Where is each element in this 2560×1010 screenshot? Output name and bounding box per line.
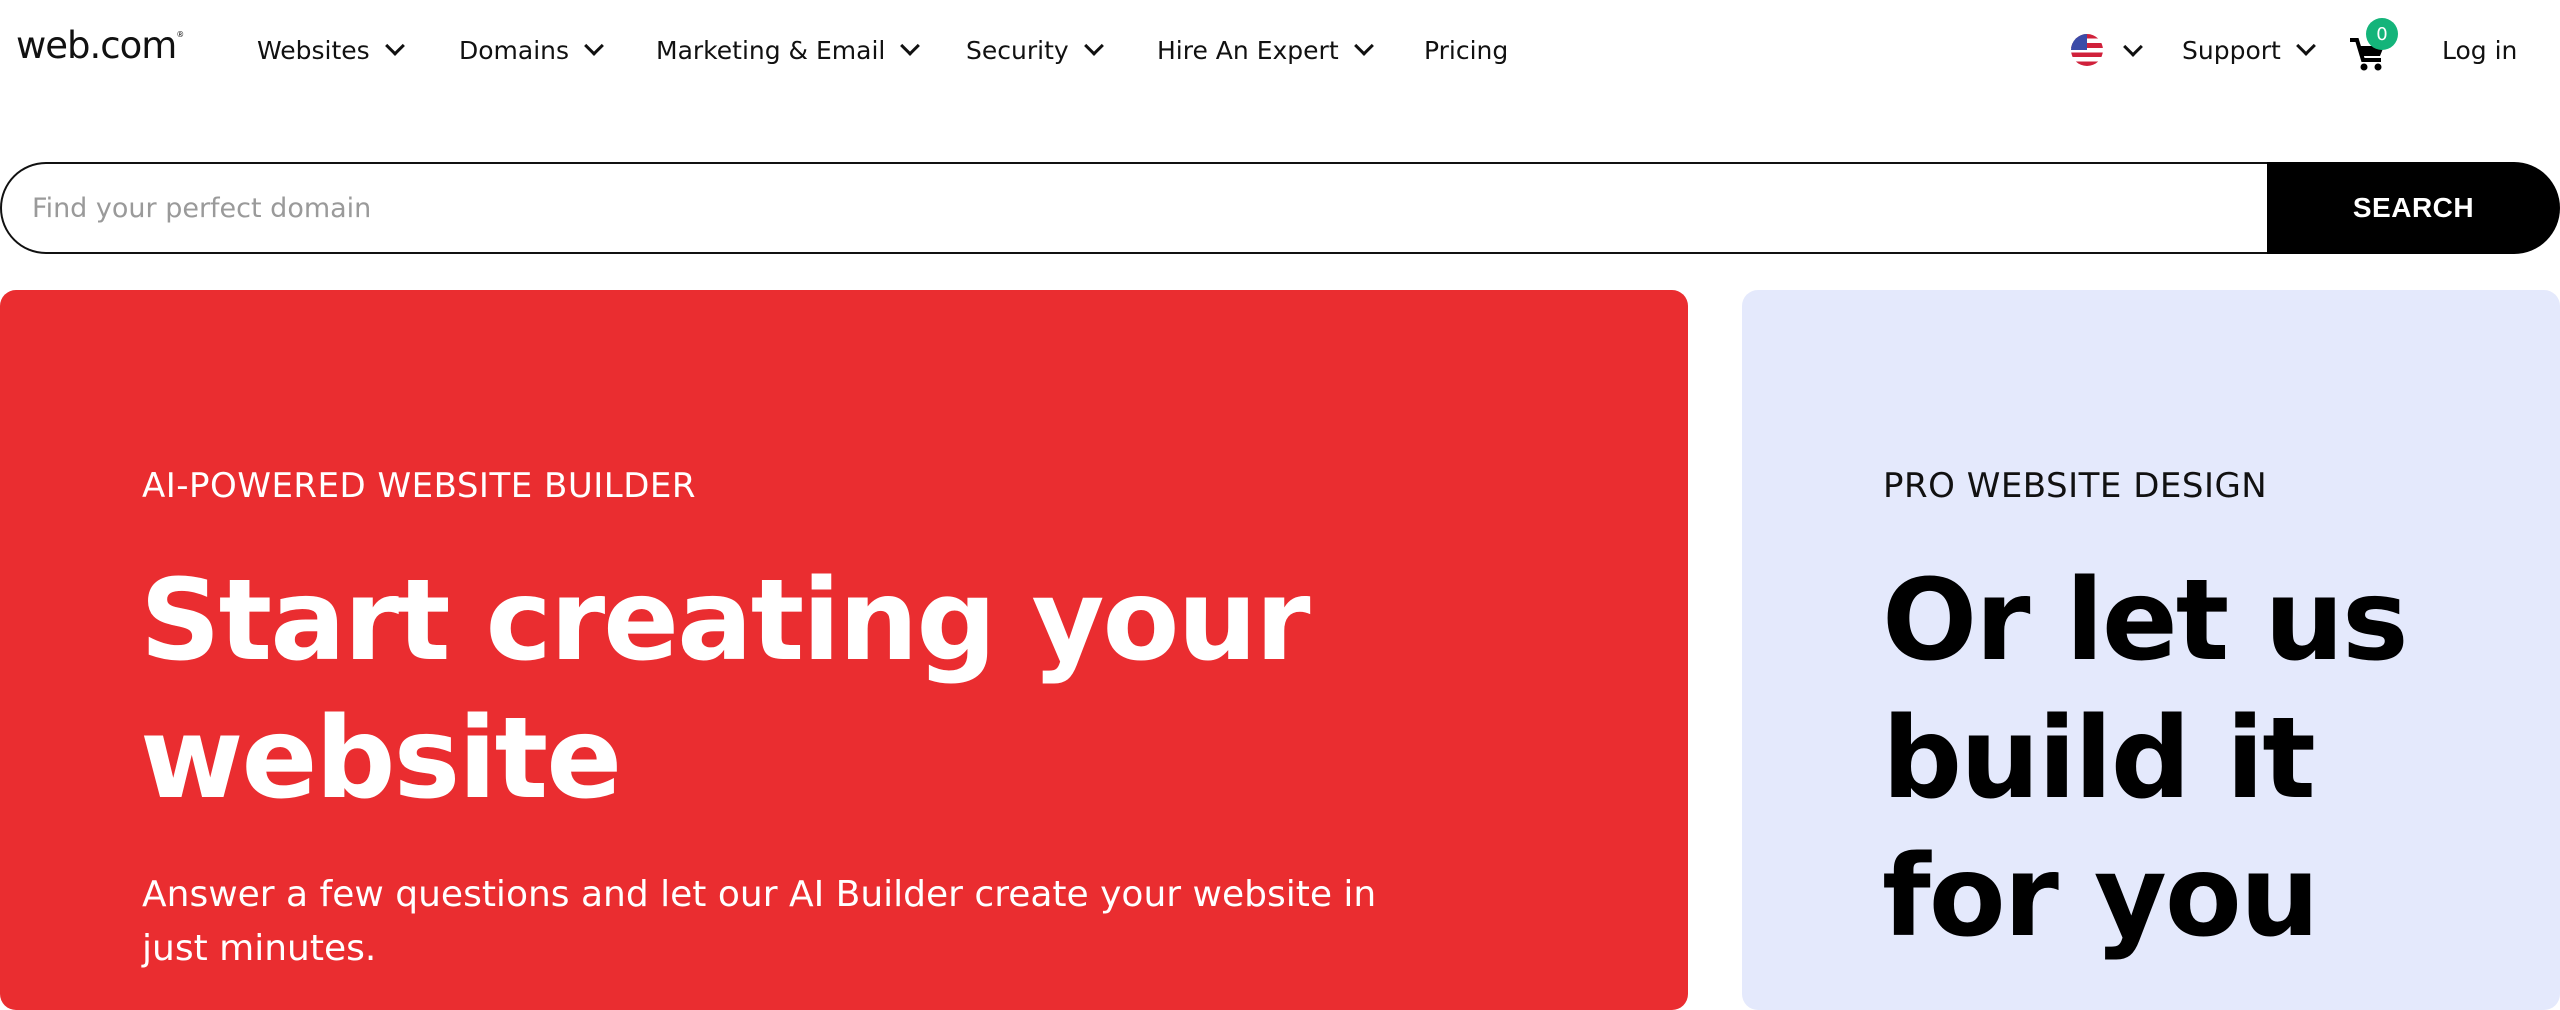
nav-support-label: Support: [2182, 36, 2281, 65]
ai-builder-eyebrow: AI-POWERED WEBSITE BUILDER: [142, 466, 696, 506]
search-button[interactable]: SEARCH: [2267, 162, 2560, 254]
nav-hire-an-expert[interactable]: Hire An Expert: [1157, 35, 1374, 65]
nav-hire-an-expert-label: Hire An Expert: [1157, 36, 1339, 65]
headline-line: Start creating your: [140, 556, 1310, 686]
pro-design-card[interactable]: PRO WEBSITE DESIGN Or let us build it fo…: [1742, 290, 2560, 1010]
nav-pricing[interactable]: Pricing: [1424, 36, 1508, 65]
web-com-logo[interactable]: web.com®: [16, 24, 184, 67]
headline-line: website: [140, 694, 622, 824]
nav-support[interactable]: Support: [2182, 35, 2316, 65]
pro-design-headline: Or let us build it for you: [1882, 552, 2409, 966]
nav-domains-label: Domains: [459, 36, 570, 65]
nav-marketing-email-label: Marketing & Email: [656, 36, 886, 65]
chevron-down-icon: [584, 35, 604, 56]
nav-websites-label: Websites: [257, 36, 370, 65]
cart-count-badge: 0: [2366, 18, 2398, 50]
headline-line: Or let us: [1882, 556, 2409, 686]
domain-search-input[interactable]: [0, 162, 2298, 254]
chevron-down-icon: [2295, 35, 2316, 56]
nav-marketing-email[interactable]: Marketing & Email: [656, 35, 921, 65]
headline-line: for you: [1882, 832, 2320, 962]
ai-builder-card[interactable]: AI-POWERED WEBSITE BUILDER Start creatin…: [0, 290, 1688, 1010]
headline-line: build it: [1882, 694, 2316, 824]
registered-mark: ®: [176, 30, 184, 39]
ai-builder-subtext: Answer a few questions and let our AI Bu…: [142, 874, 1377, 969]
ai-builder-headline: Start creating your website: [140, 552, 1310, 828]
pro-design-eyebrow: PRO WEBSITE DESIGN: [1883, 466, 2268, 506]
chevron-down-icon: [900, 35, 921, 56]
nav-security[interactable]: Security: [966, 35, 1104, 65]
chevron-down-icon: [384, 35, 405, 56]
chevron-down-icon: [1353, 35, 1374, 56]
nav-domains[interactable]: Domains: [459, 35, 604, 65]
domain-search: SEARCH: [0, 162, 2560, 254]
us-flag-icon[interactable]: [2071, 34, 2103, 66]
logo-text: web.com: [16, 24, 177, 67]
top-navigation: web.com® Websites Domains Marketing & Em…: [0, 0, 2560, 108]
login-link[interactable]: Log in: [2442, 36, 2517, 65]
nav-security-label: Security: [966, 36, 1069, 65]
nav-websites[interactable]: Websites: [257, 35, 405, 65]
nav-pricing-label: Pricing: [1424, 36, 1509, 65]
chevron-down-icon[interactable]: [2123, 37, 2143, 57]
chevron-down-icon: [1083, 35, 1104, 56]
